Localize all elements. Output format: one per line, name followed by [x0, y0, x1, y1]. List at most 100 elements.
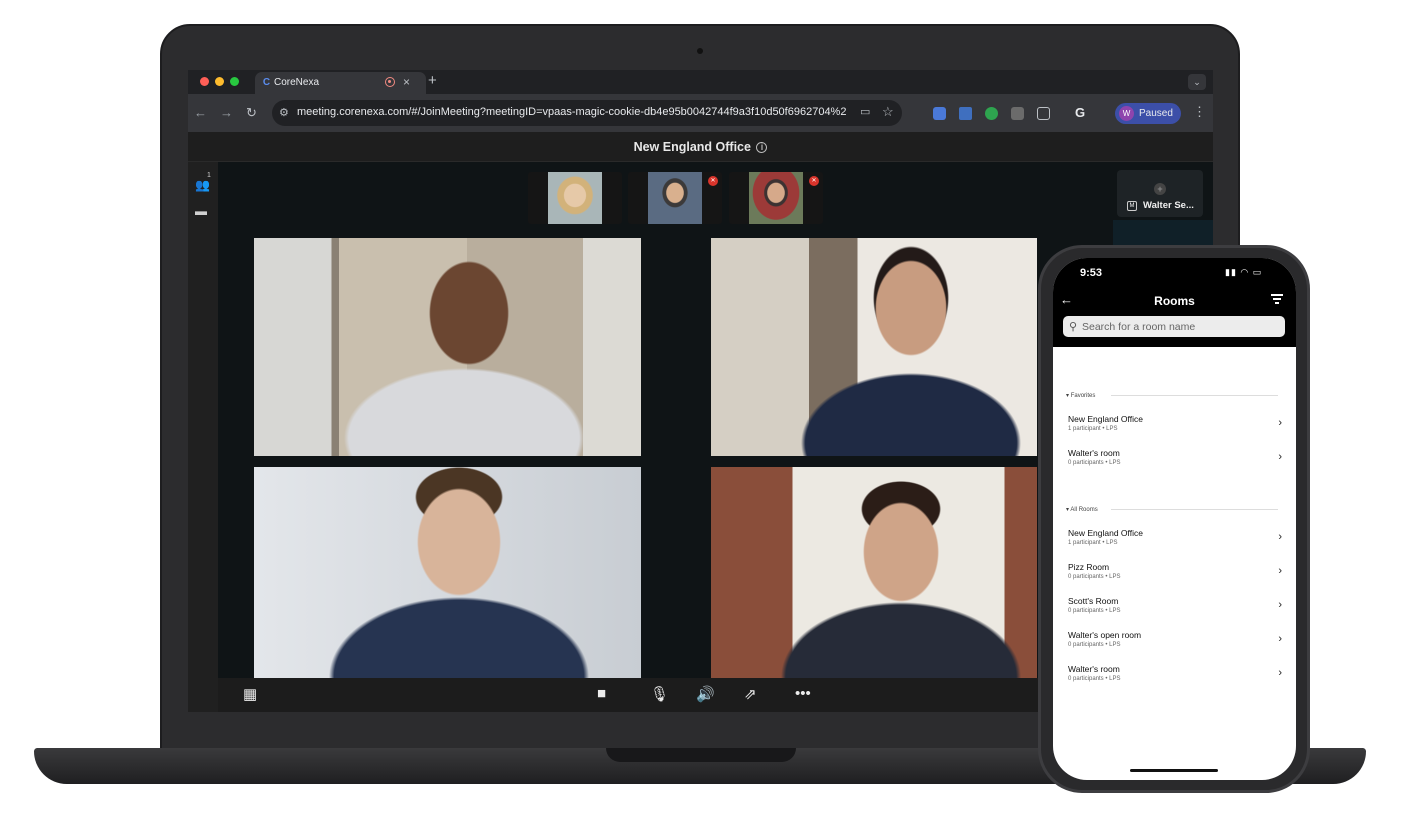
chat-icon[interactable]: ▬: [195, 204, 207, 218]
room-name: Walter's room: [1068, 664, 1120, 674]
reload-icon[interactable]: ↻: [246, 105, 257, 121]
new-tab-button[interactable]: +: [428, 72, 437, 89]
minimize-window-button[interactable]: [215, 77, 224, 86]
all-rooms-label: All Rooms: [1070, 507, 1098, 513]
close-window-button[interactable]: [200, 77, 209, 86]
room-list-item[interactable]: Scott's Room 0 participants • LPS ›: [1068, 596, 1282, 624]
laptop-notch: [606, 748, 796, 762]
info-icon[interactable]: i: [756, 142, 768, 153]
room-meta: 0 participants • LPS: [1068, 574, 1121, 580]
room-meta: 1 participant • LPS: [1068, 540, 1118, 546]
chevron-right-icon: ›: [1278, 633, 1282, 645]
room-list-item[interactable]: Walter's room 0 participants • LPS ›: [1068, 448, 1282, 476]
room-search[interactable]: ⚲: [1063, 316, 1285, 337]
room-name: Pizz Room: [1068, 562, 1110, 572]
meeting-header: New England Office i: [188, 132, 1213, 162]
participant-thumbnail[interactable]: ✕: [628, 172, 722, 224]
recording-icon: [385, 77, 395, 87]
room-list-item[interactable]: New England Office 1 participant • LPS ›: [1068, 414, 1282, 442]
participants-icon[interactable]: 👥: [195, 178, 210, 192]
bookmark-star-icon[interactable]: ☆: [882, 104, 894, 120]
favorites-label: Favorites: [1070, 393, 1096, 399]
room-list-item[interactable]: New England Office 1 participant • LPS ›: [1068, 528, 1282, 556]
extensions-puzzle-icon[interactable]: [1037, 107, 1050, 120]
chevron-right-icon: ›: [1278, 599, 1282, 611]
participant-video: [711, 467, 1037, 680]
url-text: meeting.corenexa.com/#/JoinMeeting?meeti…: [297, 106, 847, 118]
profile-status: Paused: [1139, 108, 1173, 119]
speaker-icon[interactable]: 🔊: [696, 685, 715, 703]
participants-count: 1: [207, 172, 211, 179]
room-meta: 0 participants • LPS: [1068, 460, 1121, 466]
tab-title: CoreNexa: [274, 77, 320, 88]
video-tile-1[interactable]: [254, 238, 641, 456]
extension-evernote-icon[interactable]: [985, 107, 998, 120]
browser-menu-icon[interactable]: ⋮: [1193, 104, 1206, 120]
camera-in-use-icon[interactable]: ▭: [860, 105, 870, 118]
moderator-badge: M: [1127, 201, 1137, 211]
room-name: Walter's open room: [1068, 630, 1142, 640]
participant-video: [254, 467, 641, 680]
add-participant-icon[interactable]: +: [1154, 183, 1166, 195]
profile-button[interactable]: W Paused: [1115, 103, 1181, 124]
room-meta: 0 participants • LPS: [1068, 642, 1121, 648]
close-tab-icon[interactable]: ×: [403, 75, 410, 89]
participant-video: [548, 172, 602, 224]
divider: [1111, 509, 1278, 510]
device-mockup: C CoreNexa × + ⌄ ← → ↻ ⚙ meeting.corenex…: [0, 0, 1406, 829]
meeting-title: New England Office: [633, 140, 751, 154]
room-list-item[interactable]: Walter's room 0 participants • LPS ›: [1068, 664, 1282, 692]
room-meta: 0 participants • LPS: [1068, 608, 1121, 614]
forward-icon[interactable]: →: [220, 105, 233, 120]
corenexa-logo-icon: C: [262, 77, 271, 88]
back-icon[interactable]: ←: [194, 105, 207, 120]
room-list-item[interactable]: Pizz Room 0 participants • LPS ›: [1068, 562, 1282, 590]
browser-tab-bar: C CoreNexa × + ⌄: [188, 70, 1213, 94]
chevron-right-icon: ›: [1278, 417, 1282, 429]
search-icon: ⚲: [1069, 321, 1078, 333]
maximize-window-button[interactable]: [230, 77, 239, 86]
all-rooms-section-label: ▾ All Rooms: [1066, 507, 1098, 513]
laptop-camera: [697, 48, 703, 54]
room-search-input[interactable]: [1082, 317, 1280, 336]
room-name: New England Office: [1068, 528, 1143, 538]
room-list-item[interactable]: Walter's open room 0 participants • LPS …: [1068, 630, 1282, 658]
browser-tab[interactable]: C CoreNexa ×: [255, 72, 426, 94]
address-bar[interactable]: ⚙ meeting.corenexa.com/#/JoinMeeting?mee…: [272, 100, 902, 126]
home-indicator[interactable]: [1130, 769, 1218, 772]
muted-mic-icon: ✕: [809, 176, 819, 186]
muted-mic-icon: ✕: [708, 176, 718, 186]
microphone-icon[interactable]: 🎙: [650, 685, 669, 703]
more-options-icon[interactable]: •••: [795, 685, 811, 702]
participant-thumbnail[interactable]: [528, 172, 622, 224]
room-name: Walter's room: [1068, 448, 1120, 458]
apps-grid-icon[interactable]: ▦: [243, 685, 257, 703]
video-tile-2[interactable]: [711, 238, 1037, 456]
extension-reader-icon[interactable]: [959, 107, 972, 120]
chevron-right-icon: ›: [1278, 565, 1282, 577]
video-tile-4[interactable]: [711, 467, 1037, 680]
participant-thumbnail[interactable]: ✕: [729, 172, 823, 224]
room-meta: 1 participant • LPS: [1068, 426, 1118, 432]
room-meta: 0 participants • LPS: [1068, 676, 1121, 682]
browser-toolbar: ← → ↻ ⚙ meeting.corenexa.com/#/JoinMeeti…: [188, 94, 1213, 132]
share-screen-icon[interactable]: ⇗: [744, 685, 757, 703]
google-icon[interactable]: G: [1075, 105, 1085, 120]
chevron-right-icon: ›: [1278, 451, 1282, 463]
extension-grid-icon[interactable]: [933, 107, 946, 120]
chevron-right-icon: ›: [1278, 667, 1282, 679]
self-view-tile[interactable]: + M Walter Se...: [1117, 170, 1203, 217]
participant-video: [254, 238, 641, 456]
site-settings-icon[interactable]: ⚙: [279, 106, 289, 119]
extension-arrow-icon[interactable]: [1011, 107, 1024, 120]
rooms-title: Rooms: [1154, 294, 1195, 308]
self-view-name: Walter Se...: [1143, 200, 1194, 211]
phone-header: 9:53 ▮▮ ◠ ▭ ← Rooms ⚲: [1053, 258, 1296, 347]
phone-screen: 9:53 ▮▮ ◠ ▭ ← Rooms ⚲ ▾ Favorites New En…: [1053, 258, 1296, 780]
tab-search-icon[interactable]: ⌄: [1188, 74, 1206, 90]
filter-icon[interactable]: [1271, 294, 1283, 306]
meeting-left-rail: 👥 1 ▬: [188, 162, 218, 712]
camera-icon[interactable]: ■: [597, 685, 606, 702]
video-tile-3[interactable]: [254, 467, 641, 680]
status-time: 9:53: [1080, 267, 1103, 279]
